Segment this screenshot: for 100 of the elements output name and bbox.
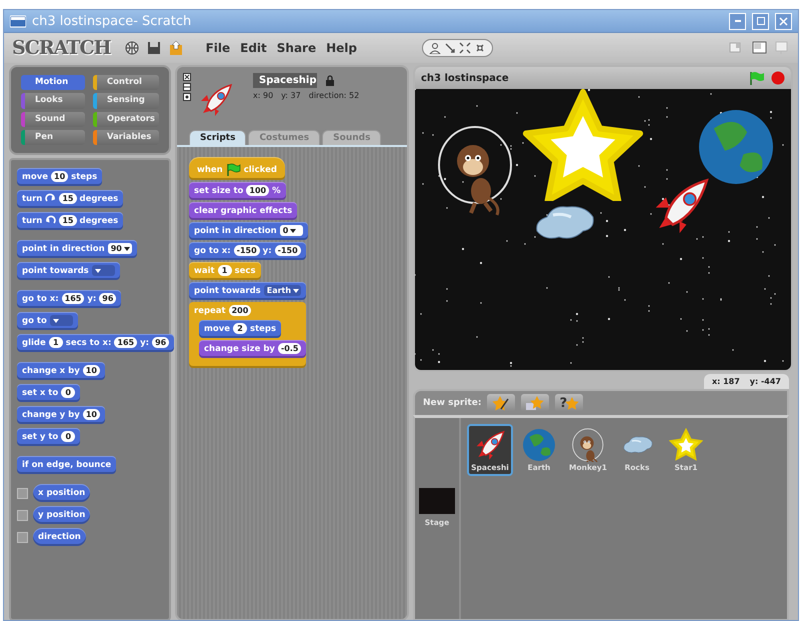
- dropdown-input[interactable]: [50, 315, 73, 326]
- block-label: move: [22, 172, 48, 182]
- script-block[interactable]: set y to 0: [17, 428, 80, 446]
- dropdown-input[interactable]: Earth: [264, 285, 302, 296]
- sprite-x-position: x: 90: [253, 91, 274, 100]
- reporter-block[interactable]: y position: [33, 506, 90, 524]
- script-block[interactable]: change y by 10: [17, 406, 105, 424]
- sprite-direction: direction: 52: [308, 91, 360, 100]
- menu-item[interactable]: File: [202, 41, 234, 55]
- paint-sprite-button[interactable]: [487, 394, 516, 412]
- number-input[interactable]: 0: [61, 431, 76, 442]
- close-button[interactable]: [775, 12, 792, 30]
- script-block[interactable]: point in direction 0: [189, 222, 308, 240]
- checkbox[interactable]: [17, 510, 28, 520]
- script-block[interactable]: point towards Earth: [189, 282, 306, 300]
- menu-item[interactable]: Edit: [237, 41, 270, 55]
- dropdown-input[interactable]: [92, 265, 115, 276]
- script-block[interactable]: point in direction 90: [17, 240, 137, 258]
- script-block[interactable]: set size to 100 %: [189, 182, 286, 200]
- script-block[interactable]: set x to 0: [17, 384, 80, 402]
- number-input[interactable]: 96: [99, 293, 116, 304]
- choose-sprite-button[interactable]: [521, 394, 550, 412]
- script-block[interactable]: wait 1 secs: [189, 262, 261, 280]
- number-input[interactable]: -150: [274, 245, 301, 256]
- repeat-block[interactable]: repeat 200 move 2 steps change size by -0.5: [189, 302, 306, 368]
- number-input[interactable]: 10: [51, 171, 68, 182]
- script-block[interactable]: turn 15 degrees: [17, 212, 124, 230]
- category-button[interactable]: Sensing: [92, 93, 159, 108]
- category-button[interactable]: Pen: [21, 130, 85, 145]
- script-block[interactable]: turn 15 degrees: [17, 190, 124, 208]
- random-sprite-button[interactable]: ?: [555, 394, 584, 412]
- number-input[interactable]: 2: [233, 323, 248, 334]
- block-label: steps: [250, 324, 276, 334]
- maximize-icon: [756, 17, 764, 25]
- number-input[interactable]: -0.5: [278, 343, 302, 354]
- no-rotate-icon[interactable]: [183, 93, 191, 101]
- number-input[interactable]: 15: [59, 215, 76, 226]
- block-label: y:: [262, 246, 272, 256]
- number-input[interactable]: 10: [82, 365, 100, 376]
- script-block[interactable]: change x by 10: [17, 362, 105, 380]
- menu-item[interactable]: Share: [274, 41, 320, 55]
- tab[interactable]: Scripts: [189, 130, 246, 145]
- script-block[interactable]: change size by -0.5: [199, 340, 306, 358]
- flag-icon[interactable]: [749, 70, 765, 86]
- number-input[interactable]: 10: [82, 409, 100, 420]
- script-block[interactable]: point towards: [17, 262, 120, 280]
- script-block[interactable]: go to x: -150 y: -150: [189, 242, 306, 260]
- script-block[interactable]: move 10 steps: [17, 168, 102, 186]
- number-input[interactable]: -150: [234, 245, 260, 256]
- number-input[interactable]: 15: [59, 193, 76, 204]
- checkbox[interactable]: [17, 488, 28, 498]
- script-block[interactable]: glide 1 secs to x: 165 y: 96: [17, 334, 174, 352]
- number-input[interactable]: 165: [62, 293, 84, 304]
- block-label: degrees: [80, 194, 118, 204]
- sprite-name-field[interactable]: Spaceship: [253, 73, 317, 88]
- number-input[interactable]: 96: [152, 337, 170, 348]
- category-button[interactable]: Operators: [92, 112, 159, 127]
- stop-icon[interactable]: [771, 71, 785, 85]
- script-block[interactable]: go to x: 165 y: 96: [17, 290, 122, 308]
- category-button[interactable]: Motion: [21, 75, 85, 90]
- reporter-block[interactable]: x position: [33, 484, 90, 502]
- shrink-icon[interactable]: [474, 42, 486, 54]
- category-button[interactable]: Looks: [21, 93, 85, 108]
- number-input[interactable]: 1: [218, 265, 232, 276]
- star-brush-icon: [491, 394, 512, 412]
- dropdown-input[interactable]: 90: [108, 243, 132, 254]
- script-block[interactable]: go to: [17, 312, 78, 330]
- new-sprite-label: New sprite:: [423, 398, 482, 408]
- script-block[interactable]: if on edge, bounce: [17, 456, 116, 474]
- block-label: go to x:: [194, 246, 231, 256]
- flip-style-icon[interactable]: [183, 83, 191, 91]
- rotate-left-icon: [45, 215, 56, 226]
- planet-icon: [522, 428, 556, 462]
- block-label: set size to: [194, 186, 244, 196]
- number-input[interactable]: 1: [48, 337, 63, 348]
- person-icon[interactable]: [429, 42, 441, 54]
- grow-icon[interactable]: [459, 42, 471, 54]
- menu-item[interactable]: Help: [323, 41, 360, 55]
- number-input[interactable]: 200: [228, 305, 252, 316]
- category-button[interactable]: Sound: [21, 112, 85, 127]
- rotate-style-icon[interactable]: [183, 73, 191, 81]
- normal-stage-icon[interactable]: [752, 41, 767, 55]
- number-input[interactable]: 100: [246, 185, 270, 196]
- minimize-button[interactable]: [729, 12, 746, 30]
- number-input[interactable]: 165: [114, 337, 138, 348]
- block-label: repeat: [194, 306, 226, 316]
- dropdown-input[interactable]: 0: [280, 225, 303, 236]
- window-title: ch3 lostinspace- Scratch: [32, 14, 192, 28]
- checkbox[interactable]: [17, 532, 28, 542]
- number-input[interactable]: 0: [61, 387, 76, 398]
- category-button[interactable]: Variables: [92, 130, 159, 145]
- script-block[interactable]: move 2 steps: [199, 320, 282, 338]
- block-label: wait: [194, 266, 215, 276]
- stage-thumbnail[interactable]: [419, 488, 455, 514]
- reporter-block[interactable]: direction: [33, 528, 86, 546]
- window-icon: [10, 14, 26, 28]
- maximize-button[interactable]: [752, 12, 769, 30]
- script-block[interactable]: clear graphic effects: [189, 202, 298, 220]
- block-label: secs: [234, 266, 256, 276]
- category-button[interactable]: Control: [92, 75, 159, 90]
